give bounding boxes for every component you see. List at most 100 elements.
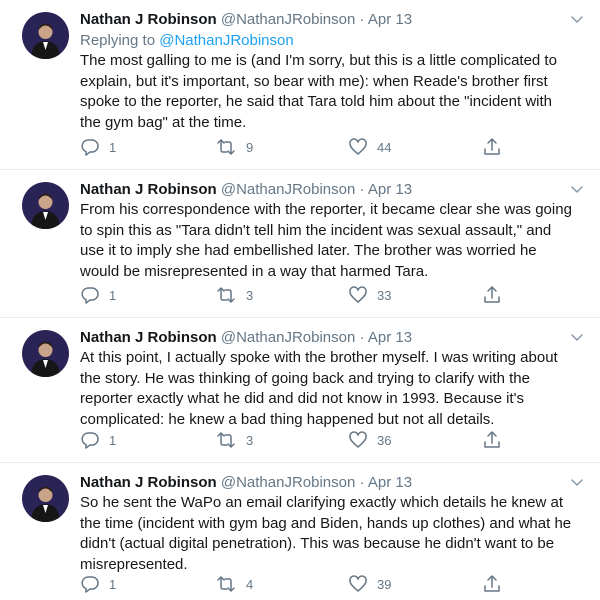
share-icon — [484, 431, 500, 448]
separator-dot: · — [359, 181, 365, 198]
share-button[interactable] — [482, 284, 502, 306]
like-button[interactable]: 39 — [348, 573, 391, 595]
author-handle[interactable]: @NathanJRobinson — [221, 181, 355, 198]
text-line: So he sent the WaPo an email clarifying … — [80, 494, 564, 511]
like-count: 39 — [377, 576, 392, 592]
like-icon — [349, 286, 367, 303]
tweet-header: Nathan J Robinson @NathanJRobinson · Apr… — [80, 473, 412, 492]
share-icon — [484, 138, 500, 155]
tweet-text: The most galling to me is (and I'm sorry… — [80, 51, 585, 133]
reply-button[interactable]: 1 — [80, 429, 116, 451]
text-line: to spin this as "Tara didn't tell him th… — [80, 221, 552, 239]
tweet[interactable]: Nathan J Robinson @NathanJRobinson · Apr… — [0, 318, 600, 463]
text-line: From his correspondence with the reporte… — [80, 201, 572, 218]
tweet-actions: 1 3 33 — [80, 284, 510, 306]
chevron-down-icon[interactable] — [570, 12, 584, 26]
author-name[interactable]: Nathan J Robinson — [80, 474, 217, 491]
tweet-text: So he sent the WaPo an email clarifying … — [80, 493, 585, 575]
tweet-text: At this point, I actually spoke with the… — [80, 348, 585, 430]
retweet-count: 3 — [246, 287, 254, 303]
tweet[interactable]: Nathan J Robinson @NathanJRobinson · Apr… — [0, 170, 600, 318]
retweet-icon — [217, 139, 235, 155]
reply-count: 1 — [109, 432, 117, 448]
retweet-count: 4 — [246, 576, 254, 592]
retweet-button[interactable]: 3 — [215, 429, 253, 451]
text-line: the gym bag" at the time. — [80, 113, 247, 131]
tweet-date[interactable]: Apr 13 — [368, 181, 412, 198]
tweet-header: Nathan J Robinson @NathanJRobinson · Apr… — [80, 328, 412, 347]
like-count: 36 — [377, 432, 392, 448]
like-count: 33 — [377, 287, 392, 303]
share-button[interactable] — [482, 573, 502, 595]
reply-count: 1 — [109, 139, 117, 155]
text-line: the story. He was thinking of going back… — [80, 369, 530, 387]
separator-dot: · — [359, 474, 365, 491]
tweet[interactable]: Nathan J Robinson @NathanJRobinson · Apr… — [0, 463, 600, 600]
tweet-actions: 1 3 36 — [80, 429, 510, 451]
author-handle[interactable]: @NathanJRobinson — [221, 329, 355, 346]
avatar[interactable] — [22, 475, 69, 522]
like-icon — [349, 138, 367, 155]
retweet-button[interactable]: 4 — [215, 573, 253, 595]
reply-count: 1 — [109, 287, 117, 303]
reply-icon — [81, 287, 99, 304]
like-count: 44 — [377, 139, 392, 155]
like-button[interactable]: 33 — [348, 284, 391, 306]
author-name[interactable]: Nathan J Robinson — [80, 11, 217, 28]
reply-button[interactable]: 1 — [80, 573, 116, 595]
share-button[interactable] — [482, 136, 502, 158]
author-handle[interactable]: @NathanJRobinson — [221, 474, 355, 491]
chevron-down-icon[interactable] — [570, 330, 584, 344]
avatar[interactable] — [22, 330, 69, 377]
replying-to: Replying to @NathanJRobinson — [80, 31, 294, 50]
share-icon — [484, 575, 500, 592]
tweet[interactable]: Nathan J Robinson @NathanJRobinson · Apr… — [0, 0, 600, 170]
text-line: The most galling to me is (and I'm sorry… — [80, 52, 557, 69]
tweet-header: Nathan J Robinson @NathanJRobinson · Apr… — [80, 10, 412, 29]
author-name[interactable]: Nathan J Robinson — [80, 181, 217, 198]
retweet-button[interactable]: 3 — [215, 284, 253, 306]
separator-dot: · — [359, 329, 365, 346]
like-icon — [349, 575, 367, 592]
tweet-date[interactable]: Apr 13 — [368, 11, 412, 28]
chevron-down-icon[interactable] — [570, 475, 584, 489]
author-handle[interactable]: @NathanJRobinson — [221, 11, 355, 28]
retweet-count: 9 — [246, 139, 254, 155]
text-line: spoke to the reporter, he said that Tara… — [80, 93, 553, 110]
reply-icon — [81, 432, 99, 449]
reply-button[interactable]: 1 — [80, 136, 116, 158]
like-button[interactable]: 44 — [348, 136, 391, 158]
tweet-date[interactable]: Apr 13 — [368, 474, 412, 491]
tweet-text: From his correspondence with the reporte… — [80, 200, 585, 282]
tweet-date[interactable]: Apr 13 — [368, 329, 412, 346]
separator-dot: · — [359, 11, 365, 28]
author-name[interactable]: Nathan J Robinson — [80, 329, 217, 346]
avatar[interactable] — [22, 182, 69, 229]
reply-button[interactable]: 1 — [80, 284, 116, 306]
text-line: At this point, I actually spoke with the… — [80, 349, 558, 366]
retweet-count: 3 — [246, 432, 254, 448]
tweet-actions: 1 9 44 — [80, 136, 510, 158]
replying-to-handle[interactable]: @NathanJRobinson — [159, 32, 293, 49]
retweet-icon — [217, 287, 235, 303]
avatar[interactable] — [22, 12, 69, 59]
text-line: misrepresented. — [80, 555, 188, 573]
chevron-down-icon[interactable] — [570, 182, 584, 196]
replying-to-label: Replying to — [80, 32, 156, 49]
reply-icon — [81, 576, 99, 593]
retweet-icon — [217, 432, 235, 448]
text-line: reporter exactly what he did and did not… — [80, 390, 524, 407]
text-line: the time (incident with gym bag and Bide… — [80, 514, 572, 532]
text-line: didn't (actual digital penetration). Thi… — [80, 535, 555, 552]
retweet-icon — [217, 576, 235, 592]
tweet-actions: 1 4 39 — [80, 573, 510, 595]
share-button[interactable] — [482, 429, 502, 451]
share-icon — [484, 286, 500, 303]
text-line: would be misrepresented in a way that ha… — [80, 262, 429, 280]
like-button[interactable]: 36 — [348, 429, 391, 451]
text-line: use it to imply she had embellished late… — [80, 242, 537, 259]
like-icon — [349, 431, 367, 448]
retweet-button[interactable]: 9 — [215, 136, 253, 158]
tweet-header: Nathan J Robinson @NathanJRobinson · Apr… — [80, 180, 412, 199]
reply-icon — [81, 139, 99, 156]
